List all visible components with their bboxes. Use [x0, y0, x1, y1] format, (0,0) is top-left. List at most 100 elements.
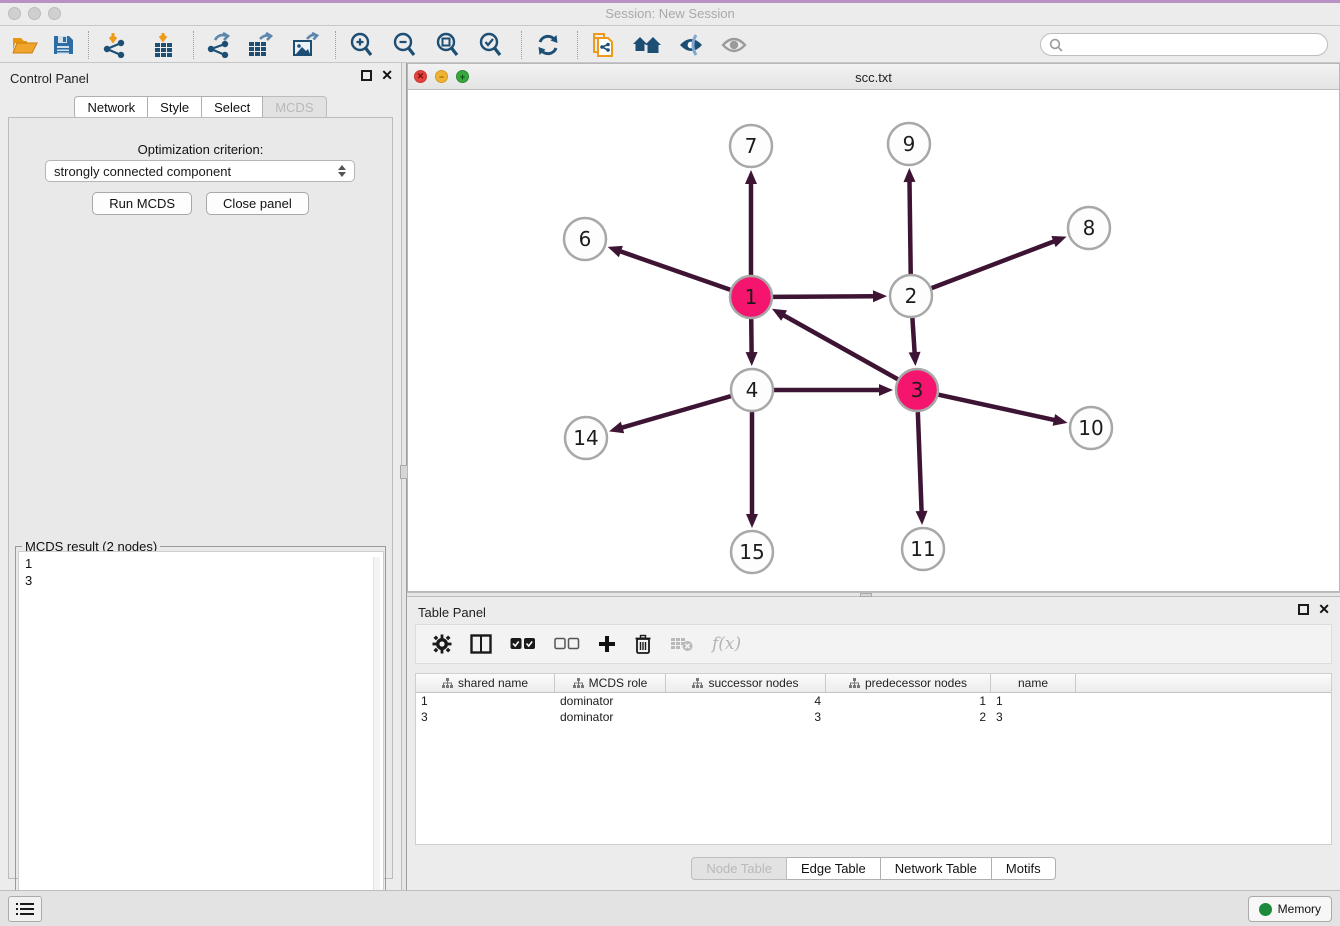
edge-3-11[interactable]	[918, 412, 922, 514]
select-all-button[interactable]	[510, 637, 536, 651]
export-table-button[interactable]	[246, 30, 276, 60]
cell-successor-nodes[interactable]: 3	[666, 710, 826, 724]
tab-edge-table[interactable]: Edge Table	[787, 857, 881, 880]
tab-mcds[interactable]: MCDS	[263, 96, 326, 119]
toolbar-separator	[193, 31, 194, 59]
node-label: 4	[746, 378, 759, 402]
zoom-out-button[interactable]	[389, 30, 419, 60]
edge-2-9[interactable]	[909, 179, 910, 274]
network-view-window: ✕ − + scc.txt 7968124314101511	[407, 63, 1340, 592]
plus-icon	[598, 635, 616, 653]
cell-predecessor-nodes[interactable]: 1	[826, 694, 991, 708]
network-graph[interactable]: 7968124314101511	[408, 90, 1339, 591]
export-image-button[interactable]	[291, 30, 321, 60]
save-session-button[interactable]	[48, 30, 78, 60]
export-network-button[interactable]	[204, 30, 234, 60]
apply-layout-button[interactable]	[533, 30, 563, 60]
column-header-successor-nodes[interactable]: successor nodes	[666, 674, 826, 692]
result-scrollbar[interactable]	[373, 557, 380, 923]
import-network-button[interactable]	[100, 30, 130, 60]
unchecked-boxes-icon	[554, 637, 580, 651]
network-title: scc.txt	[408, 70, 1339, 85]
cell-mcds-role[interactable]: dominator	[555, 710, 666, 724]
edge-3-10[interactable]	[938, 395, 1056, 421]
arrowhead-icon	[1051, 236, 1066, 247]
node-label: 15	[739, 540, 764, 564]
cell-successor-nodes[interactable]: 4	[666, 694, 826, 708]
open-session-button[interactable]	[10, 30, 40, 60]
column-header-predecessor-nodes[interactable]: predecessor nodes	[826, 674, 991, 692]
edge-4-14[interactable]	[620, 396, 731, 428]
float-panel-icon[interactable]	[361, 70, 372, 81]
arrowhead-icon	[879, 384, 893, 396]
cell-mcds-role[interactable]: dominator	[555, 694, 666, 708]
deselect-all-button[interactable]	[554, 637, 580, 651]
tab-network-table[interactable]: Network Table	[881, 857, 992, 880]
create-column-button[interactable]	[598, 635, 616, 653]
tab-select[interactable]: Select	[202, 96, 263, 119]
zoom-fit-button[interactable]	[432, 30, 462, 60]
arrowhead-icon	[904, 168, 916, 182]
memory-button[interactable]: Memory	[1248, 896, 1332, 922]
delete-column-button[interactable]	[634, 634, 652, 654]
edge-2-3[interactable]	[912, 318, 914, 355]
cell-name[interactable]: 3	[991, 710, 1076, 724]
checked-boxes-icon	[510, 637, 536, 651]
function-builder-button[interactable]: f(x)	[712, 634, 741, 654]
run-mcds-button[interactable]: Run MCDS	[92, 192, 192, 215]
arrowhead-icon	[909, 352, 921, 366]
cell-shared-name[interactable]: 3	[416, 710, 555, 724]
arrowhead-icon	[1053, 414, 1068, 426]
table-row[interactable]: 1 dominator 4 1 1	[416, 693, 1331, 709]
zoom-selected-button[interactable]	[475, 30, 505, 60]
eye-slash-icon	[677, 33, 705, 57]
tab-network[interactable]: Network	[74, 96, 148, 119]
table-panel: Table Panel ✕	[407, 597, 1340, 890]
column-header-mcds-role[interactable]: MCDS role	[555, 674, 666, 692]
edge-3-1[interactable]	[782, 314, 898, 379]
result-line: 3	[25, 572, 377, 589]
toolbar-search[interactable]	[1040, 33, 1328, 56]
delete-table-button[interactable]	[670, 636, 694, 652]
window-title: Session: New Session	[0, 6, 1340, 21]
table-settings-button[interactable]	[432, 634, 452, 654]
cell-name[interactable]: 1	[991, 694, 1076, 708]
cell-shared-name[interactable]: 1	[416, 694, 555, 708]
column-header-name[interactable]: name	[991, 674, 1076, 692]
edge-2-8[interactable]	[932, 240, 1057, 288]
task-history-button[interactable]	[8, 896, 42, 922]
criterion-select[interactable]: strongly connected component	[45, 160, 355, 182]
export-image-icon	[292, 32, 320, 58]
mcds-result-text[interactable]: 1 3	[18, 551, 384, 920]
close-panel-button[interactable]: Close panel	[206, 192, 309, 215]
toolbar-separator	[521, 31, 522, 59]
close-panel-icon[interactable]: ✕	[381, 70, 393, 81]
network-titlebar[interactable]: ✕ − + scc.txt	[408, 64, 1339, 90]
edge-1-6[interactable]	[618, 251, 730, 290]
search-input[interactable]	[1068, 38, 1327, 52]
search-icon	[1049, 38, 1063, 52]
show-hidden-button[interactable]	[719, 30, 749, 60]
cell-predecessor-nodes[interactable]: 2	[826, 710, 991, 724]
node-table[interactable]: shared name MCDS role successor nodes pr…	[415, 673, 1332, 845]
optimization-criterion-label: Optimization criterion:	[9, 142, 392, 157]
hide-selected-button[interactable]	[676, 30, 706, 60]
show-columns-button[interactable]	[470, 634, 492, 654]
import-table-button[interactable]	[148, 30, 178, 60]
clone-network-icon	[590, 31, 616, 59]
tab-style[interactable]: Style	[148, 96, 202, 119]
close-table-panel-icon[interactable]: ✕	[1318, 604, 1330, 615]
column-header-shared-name[interactable]: shared name	[416, 674, 555, 692]
tab-motifs[interactable]: Motifs	[992, 857, 1056, 880]
float-table-panel-icon[interactable]	[1298, 604, 1309, 615]
edge-1-2[interactable]	[773, 296, 876, 297]
arrowhead-icon	[873, 290, 887, 302]
criterion-value: strongly connected component	[54, 164, 338, 179]
zoom-in-button[interactable]	[346, 30, 376, 60]
home-layout-button[interactable]	[632, 30, 662, 60]
table-row[interactable]: 3 dominator 3 2 3	[416, 709, 1331, 725]
tab-node-table[interactable]: Node Table	[691, 857, 787, 880]
clone-network-button[interactable]	[588, 30, 618, 60]
column-label: predecessor nodes	[865, 676, 967, 690]
network-canvas[interactable]: 7968124314101511	[408, 90, 1339, 591]
